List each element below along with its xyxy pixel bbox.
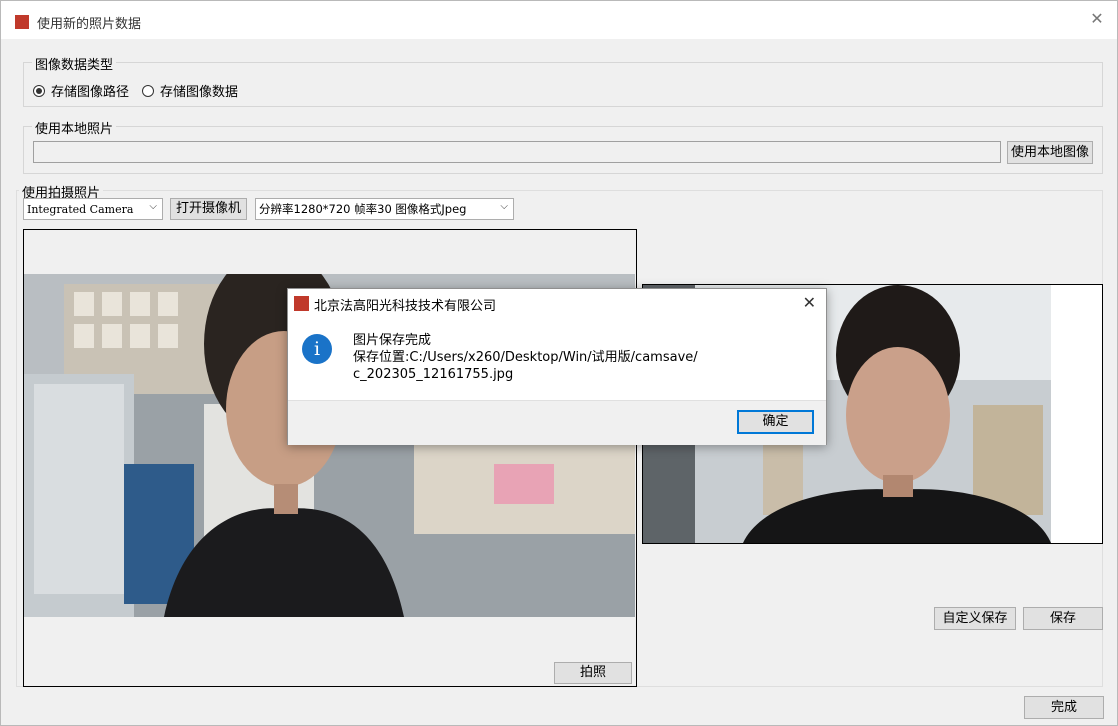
- format-value: 分辨率1280*720 帧率30 图像格式Jpeg: [259, 202, 467, 216]
- app-logo-icon: [294, 296, 309, 311]
- format-select[interactable]: 分辨率1280*720 帧率30 图像格式Jpeg ⌵: [255, 198, 514, 220]
- ok-button[interactable]: 确定: [737, 410, 814, 434]
- app-logo-icon: [15, 15, 29, 29]
- use-local-image-button[interactable]: 使用本地图像: [1007, 141, 1093, 164]
- radio-selected-icon: [33, 84, 45, 97]
- radio-store-path-label: 存储图像路径: [51, 85, 130, 100]
- radio-unselected-icon: [142, 84, 154, 97]
- camera-device-select[interactable]: Integrated Camera ⌵: [23, 198, 163, 220]
- image-type-group-title: 图像数据类型: [32, 54, 117, 73]
- dialog-close-icon[interactable]: ✕: [803, 293, 816, 312]
- dialog-footer: 确定: [288, 400, 826, 445]
- window-title: 使用新的照片数据: [37, 17, 142, 32]
- dialog-title: 北京法高阳光科技技术有限公司: [314, 299, 497, 314]
- radio-store-data-label: 存储图像数据: [160, 85, 239, 100]
- chevron-down-icon: ⌵: [149, 201, 157, 212]
- chevron-down-icon: ⌵: [500, 201, 508, 212]
- radio-store-data[interactable]: 存储图像数据: [142, 81, 238, 100]
- info-icon: i: [302, 334, 332, 364]
- camera-device-value: Integrated Camera: [27, 202, 134, 216]
- dialog-message-line: c_202305_12161755.jpg: [353, 367, 514, 382]
- main-window: 使用新的照片数据 ✕ 图像数据类型 存储图像路径 存储图像数据 使用本地照片 使…: [0, 0, 1118, 726]
- local-photo-group-title: 使用本地照片: [32, 118, 117, 137]
- save-button[interactable]: 保存: [1023, 607, 1103, 630]
- save-complete-dialog: 北京法高阳光科技技术有限公司 ✕ i 图片保存完成 保存位置:C:/Users/…: [287, 288, 827, 445]
- radio-store-path[interactable]: 存储图像路径: [33, 81, 129, 100]
- window-close-icon[interactable]: ✕: [1087, 9, 1107, 29]
- local-path-input[interactable]: [33, 141, 1001, 163]
- done-button[interactable]: 完成: [1024, 696, 1104, 719]
- dialog-message-line: 图片保存完成: [353, 333, 432, 348]
- title-bar: 使用新的照片数据 ✕: [1, 1, 1117, 39]
- capture-button[interactable]: 拍照: [554, 662, 632, 684]
- dialog-message: 图片保存完成 保存位置:C:/Users/x260/Desktop/Win/试用…: [353, 332, 698, 383]
- custom-save-button[interactable]: 自定义保存: [934, 607, 1016, 630]
- dialog-message-line: 保存位置:C:/Users/x260/Desktop/Win/试用版/camsa…: [353, 350, 698, 365]
- open-camera-button[interactable]: 打开摄像机: [170, 198, 247, 220]
